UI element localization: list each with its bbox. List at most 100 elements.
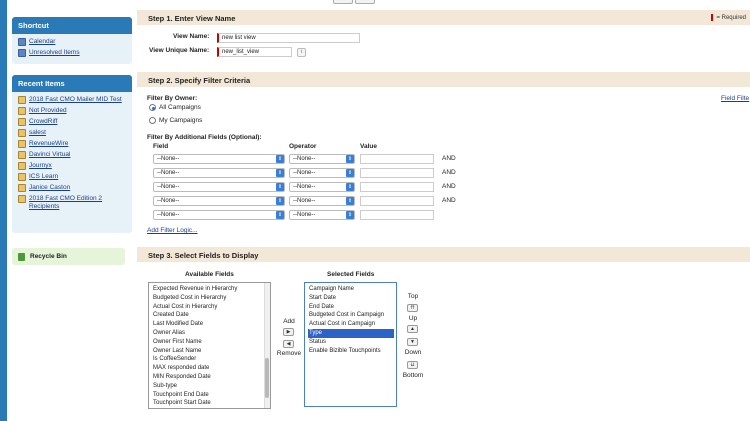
add-filter-logic-link[interactable]: Add Filter Logic... xyxy=(147,227,198,234)
available-field-option[interactable]: Uniqueid xyxy=(152,408,268,409)
recent-item-link[interactable]: 2018 Fast CMO Edition 2 Recipients xyxy=(29,195,126,211)
filter-field-select[interactable]: --None-- ⇕ xyxy=(153,210,285,220)
additional-fields-label: Filter By Additional Fields (Optional): xyxy=(147,134,262,141)
radio-my-campaigns[interactable]: My Campaigns xyxy=(149,117,202,124)
left-accent-strip xyxy=(0,0,7,421)
campaign-icon xyxy=(18,107,26,115)
selected-field-option[interactable]: Start Date xyxy=(308,294,394,303)
step1-title: Step 1. Enter View Name xyxy=(148,14,236,23)
available-field-option[interactable]: Touchpoint Start Date xyxy=(152,399,268,408)
filter-and-label: AND xyxy=(442,169,456,176)
recent-item-link[interactable]: Davinci Virtual xyxy=(29,151,70,159)
radio-label: My Campaigns xyxy=(159,117,203,124)
filter-field-select[interactable]: --None-- ⇕ xyxy=(153,182,285,192)
recent-item[interactable]: 2018 Fast CMO Mailer MID Test xyxy=(18,96,126,104)
selected-field-option[interactable]: Budgeted Cost in Campaign xyxy=(308,311,394,320)
available-field-option[interactable]: Actual Cost in Hierarchy xyxy=(152,303,268,312)
selected-field-option[interactable]: Actual Cost in Campaign xyxy=(308,320,394,329)
unique-name-input[interactable]: new_list_view xyxy=(217,47,292,57)
top-cancel-button[interactable] xyxy=(355,0,375,4)
available-field-option[interactable]: MAX responded date xyxy=(152,364,268,373)
recent-item-link[interactable]: ICS Learn xyxy=(29,173,58,181)
filter-operator-select[interactable]: --None-- ⇕ xyxy=(289,196,355,206)
available-fields-list[interactable]: Expected Revenue in Hierarchy Budgeted Co… xyxy=(148,282,271,409)
down-label: Down xyxy=(404,349,422,356)
selected-field-option[interactable]: Type xyxy=(308,328,394,338)
move-up-button[interactable]: ▲ xyxy=(407,325,418,333)
calendar-icon xyxy=(18,38,26,46)
filter-field-select[interactable]: --None-- ⇕ xyxy=(153,196,285,206)
dropdown-arrow-icon: ⇕ xyxy=(276,183,284,191)
shortcut-link-unresolved[interactable]: Unresolved Items xyxy=(29,49,80,57)
available-field-option[interactable]: Is CoffeeSender xyxy=(152,355,268,364)
recent-item-link[interactable]: RevenueWire xyxy=(29,140,68,148)
available-fields-label: Available Fields xyxy=(185,271,234,278)
field-filter-link[interactable]: Field Filte xyxy=(721,95,749,102)
sidebar: Shortcut Calendar Unresolved Items Recen… xyxy=(7,0,135,421)
campaign-icon xyxy=(18,173,26,181)
view-name-input[interactable]: new list view xyxy=(217,33,360,43)
recent-item-link[interactable]: Journyx xyxy=(29,162,52,170)
shortcut-link-calendar[interactable]: Calendar xyxy=(29,38,55,46)
dropdown-arrow-icon: ⇕ xyxy=(276,211,284,219)
filter-operator-select[interactable]: --None-- ⇕ xyxy=(289,154,355,164)
recent-item-link[interactable]: CrowdRiff xyxy=(29,118,57,126)
recycle-bin[interactable]: Recycle Bin xyxy=(12,248,125,265)
recent-item-link[interactable]: Not Provided xyxy=(29,107,67,115)
available-scrollbar[interactable] xyxy=(264,283,270,408)
recent-item[interactable]: RevenueWire xyxy=(18,140,126,148)
selected-field-option[interactable]: End Date xyxy=(308,303,394,312)
available-field-option[interactable]: Created Date xyxy=(152,311,268,320)
available-field-option[interactable]: Sub-type xyxy=(152,382,268,391)
filter-value-input[interactable] xyxy=(360,210,434,220)
double-down-icon: ⇊ xyxy=(410,362,415,368)
available-field-option[interactable]: Budgeted Cost in Hierarchy xyxy=(152,294,268,303)
recent-item-link[interactable]: Janice Caston xyxy=(29,184,70,192)
shortcut-item-calendar[interactable]: Calendar xyxy=(18,38,126,46)
recent-item[interactable]: salest xyxy=(18,129,126,137)
top-save-button[interactable] xyxy=(333,0,353,4)
available-field-option[interactable]: Owner Alias xyxy=(152,329,268,338)
selected-field-option[interactable]: Status xyxy=(308,338,394,347)
scroll-thumb[interactable] xyxy=(265,358,269,398)
recycle-bin-label: Recycle Bin xyxy=(30,253,67,260)
recent-item-link[interactable]: 2018 Fast CMO Mailer MID Test xyxy=(29,96,122,104)
shortcut-item-unresolved[interactable]: Unresolved Items xyxy=(18,49,126,57)
filter-value-input[interactable] xyxy=(360,196,434,206)
filter-value-input[interactable] xyxy=(360,154,434,164)
step2-header: Step 2. Specify Filter Criteria xyxy=(137,72,750,87)
filter-operator-select[interactable]: --None-- ⇕ xyxy=(289,210,355,220)
available-field-option[interactable]: Last Modified Date xyxy=(152,320,268,329)
move-down-button[interactable]: ▼ xyxy=(407,338,418,346)
available-field-option[interactable]: Expected Revenue in Hierarchy xyxy=(152,285,268,294)
recent-item[interactable]: Not Provided xyxy=(18,107,126,115)
recent-item-link[interactable]: salest xyxy=(29,129,46,137)
available-field-option[interactable]: MIN Responded Date xyxy=(152,373,268,382)
recent-item[interactable]: Davinci Virtual xyxy=(18,151,126,159)
recent-item[interactable]: Journyx xyxy=(18,162,126,170)
available-field-option[interactable]: Owner First Name xyxy=(152,338,268,347)
recent-item[interactable]: CrowdRiff xyxy=(18,118,126,126)
filter-operator-select[interactable]: --None-- ⇕ xyxy=(289,182,355,192)
filter-operator-select[interactable]: --None-- ⇕ xyxy=(289,168,355,178)
filter-value-input[interactable] xyxy=(360,168,434,178)
selected-field-option[interactable]: Enable Bizible Touchpoints xyxy=(308,347,394,356)
available-field-option[interactable]: Owner Last Name xyxy=(152,347,268,356)
filter-value-input[interactable] xyxy=(360,182,434,192)
recent-item[interactable]: 2018 Fast CMO Edition 2 Recipients xyxy=(18,195,126,211)
main-content: Step 1. Enter View Name = Required View … xyxy=(137,0,750,421)
col-operator-header: Operator xyxy=(289,143,317,150)
add-button[interactable]: ▶ xyxy=(283,328,294,336)
move-bottom-button[interactable]: ⇊ xyxy=(407,361,418,369)
recent-item[interactable]: Janice Caston xyxy=(18,184,126,192)
available-field-option[interactable]: Touchpoint End Date xyxy=(152,391,268,400)
remove-button[interactable]: ◀ xyxy=(283,340,294,348)
selected-fields-list[interactable]: Campaign Name Start Date End Date Budgeted … xyxy=(304,282,397,407)
recent-item[interactable]: ICS Learn xyxy=(18,173,126,181)
filter-field-select[interactable]: --None-- ⇕ xyxy=(153,154,285,164)
selected-field-option[interactable]: Campaign Name xyxy=(308,285,394,294)
info-icon[interactable]: i xyxy=(297,48,306,57)
radio-all-campaigns[interactable]: All Campaigns xyxy=(149,104,201,111)
filter-field-select[interactable]: --None-- ⇕ xyxy=(153,168,285,178)
move-top-button[interactable]: ⇈ xyxy=(407,304,418,312)
